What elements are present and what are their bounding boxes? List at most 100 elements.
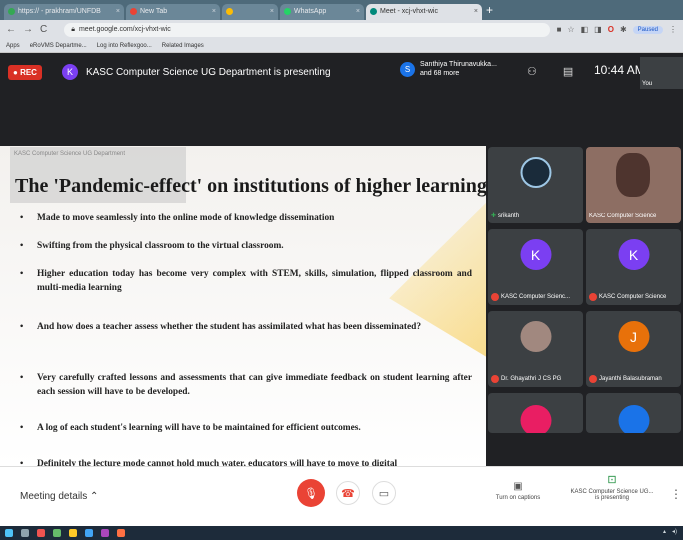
puzzle-icon[interactable]: ✱ xyxy=(620,25,627,34)
participant-name: Jayanthi Balasubraman xyxy=(599,376,662,382)
participant-tile[interactable]: K KASC Computer Science xyxy=(586,229,681,305)
browser-tab-blank[interactable]: × xyxy=(222,3,278,20)
more-options-icon[interactable]: ⋮ xyxy=(670,487,682,501)
browser-tab-newtab[interactable]: New Tab × xyxy=(126,3,220,20)
address-bar-row: ← → C 🔒︎ meet.google.com/xcj-vhxt-wic ■ … xyxy=(0,20,683,39)
volume-icon[interactable]: ◂) xyxy=(672,528,677,535)
meeting-details-label: Meeting details xyxy=(20,491,88,502)
mic-off-icon: 🎙︎ xyxy=(304,487,318,500)
tab-close-icon[interactable]: × xyxy=(270,8,274,15)
meet-bottom-bar: Meeting details ⌃ 🎙︎ ☎︎ ▭ ▣ Turn on capti… xyxy=(0,466,683,526)
participant-name-row: Dr. Ghayathri J CS PG xyxy=(491,375,581,383)
profile-paused-button[interactable]: Paused xyxy=(632,25,663,34)
taskbar-app-icon[interactable] xyxy=(21,529,29,537)
menu-icon[interactable]: ⋮ xyxy=(669,25,677,34)
os-taskbar: ▴ ◂) xyxy=(0,526,683,540)
camera-toggle-button[interactable]: ▭ xyxy=(372,481,396,505)
browser-tab-meet[interactable]: Meet - xcj-vhxt-wic × xyxy=(366,3,482,20)
mic-off-icon xyxy=(589,375,597,383)
participant-tile[interactable]: KASC Computer Science xyxy=(586,147,681,223)
extension-icon[interactable]: ◧ xyxy=(581,25,589,34)
bookmark-item[interactable]: Related Images xyxy=(162,43,204,49)
participant-photo xyxy=(520,321,551,352)
tab-favicon-icon xyxy=(370,8,377,15)
self-view-label: You xyxy=(642,81,653,87)
taskbar-app-icon[interactable] xyxy=(101,529,109,537)
taskbar-app-icon[interactable] xyxy=(69,529,77,537)
taskbar-app-icon[interactable] xyxy=(85,529,93,537)
forward-icon[interactable]: → xyxy=(23,24,33,35)
slide-bullet: • Swifting from the physical classroom to… xyxy=(20,241,284,251)
tab-favicon-icon xyxy=(130,8,137,15)
slide-bullet: • And how does a teacher assess whether t… xyxy=(20,322,422,332)
chevron-up-icon: ⌃ xyxy=(90,491,99,502)
participant-tile[interactable]: K KASC Computer Scienc... xyxy=(488,229,583,305)
self-view-tile[interactable]: You xyxy=(640,57,683,89)
captions-button[interactable]: ▣ Turn on captions xyxy=(490,481,546,501)
mic-off-icon xyxy=(491,293,499,301)
mic-off-icon xyxy=(589,293,597,301)
tab-label: https:// - prakhram/UNFDB xyxy=(18,8,101,15)
url-field[interactable]: 🔒︎ meet.google.com/xcj-vhxt-wic xyxy=(64,22,550,37)
participant-avatar xyxy=(618,405,649,433)
new-tab-button[interactable]: + xyxy=(486,3,493,17)
bullet-text: A log of each student's learning will ha… xyxy=(37,423,361,433)
participant-name-row: Jayanthi Balasubraman xyxy=(589,375,679,383)
reload-icon[interactable]: C xyxy=(40,24,47,35)
presenting-banner: KASC Computer Science UG Department is p… xyxy=(85,66,331,78)
mic-toggle-button[interactable]: 🎙︎ xyxy=(297,479,325,507)
browser-tab-whatsapp[interactable]: WhatsApp × xyxy=(280,3,364,20)
recording-label: REC xyxy=(20,67,37,77)
slide-bullet: • A log of each student's learning will h… xyxy=(20,423,361,433)
participants-icon[interactable]: ⚇ xyxy=(527,65,537,78)
captions-icon: ▣ xyxy=(513,481,523,492)
network-icon[interactable]: ▴ xyxy=(663,528,666,535)
participant-tile[interactable]: ✚ srikanth xyxy=(488,147,583,223)
tab-close-icon[interactable]: × xyxy=(356,8,360,15)
url-text: meet.google.com/xcj-vhxt-wic xyxy=(78,26,171,33)
participant-name: KASC Computer Scienc... xyxy=(501,294,571,300)
mic-off-icon xyxy=(491,375,499,383)
bookmark-item[interactable]: Log into Reflexgoo... xyxy=(97,43,152,49)
participant-name: Dr. Ghayathri J CS PG xyxy=(501,376,562,382)
back-icon[interactable]: ← xyxy=(6,24,16,35)
participant-tile[interactable]: Dr. Ghayathri J CS PG xyxy=(488,311,583,387)
participant-avatar: K xyxy=(520,239,551,270)
participant-name: KASC Computer Science xyxy=(589,213,657,219)
extension-icon[interactable]: ◨ xyxy=(594,25,602,34)
slide-bullet: • Made to move seamlessly into the online… xyxy=(20,213,335,223)
hangup-button[interactable]: ☎︎ xyxy=(336,481,360,505)
sharing-users[interactable]: Santhiya Thirunavukka... and 68 more xyxy=(420,60,497,78)
participant-tile[interactable]: J Jayanthi Balasubraman xyxy=(586,311,681,387)
browser-tab-prakhram[interactable]: https:// - prakhram/UNFDB × xyxy=(4,3,124,20)
bullet-text: Very carefully crafted lessons and asses… xyxy=(37,373,472,397)
meet-top-bar: ● REC K KASC Computer Science UG Departm… xyxy=(0,53,683,91)
participant-avatar: J xyxy=(618,321,649,352)
bullet-text: And how does a teacher assess whether th… xyxy=(37,322,422,332)
tab-close-icon[interactable]: × xyxy=(474,8,478,15)
participant-grid: ✚ srikanth KASC Computer Science K KASC C… xyxy=(486,145,683,465)
taskbar-app-icon[interactable] xyxy=(37,529,45,537)
camera-indicator-icon[interactable]: ■ xyxy=(557,25,562,34)
tab-close-icon[interactable]: × xyxy=(212,8,216,15)
participant-tile-partial[interactable] xyxy=(586,393,681,433)
star-icon[interactable]: ☆ xyxy=(567,25,574,34)
taskbar-app-icon[interactable] xyxy=(117,529,125,537)
lock-icon: 🔒︎ xyxy=(71,25,75,33)
participant-avatar: K xyxy=(618,239,649,270)
presenting-indicator[interactable]: ⊡ KASC Computer Science UG... is presentin… xyxy=(560,473,664,501)
participant-name: srikanth xyxy=(498,212,520,219)
meeting-details-button[interactable]: Meeting details ⌃ xyxy=(20,491,98,502)
start-icon[interactable] xyxy=(5,529,13,537)
bookmark-item[interactable]: Apps xyxy=(6,43,20,49)
captions-label: Turn on captions xyxy=(495,495,541,501)
participant-tile-partial[interactable] xyxy=(488,393,583,433)
bookmark-item[interactable]: eRoVMS Departme... xyxy=(30,43,87,49)
bullet-text: Made to move seamlessly into the online … xyxy=(37,213,335,223)
extension-icon[interactable]: O xyxy=(608,25,614,34)
meeting-clock: 10:44 AM xyxy=(594,63,645,77)
chat-icon[interactable]: ▤ xyxy=(563,65,573,78)
tab-close-icon[interactable]: × xyxy=(116,8,120,15)
taskbar-app-icon[interactable] xyxy=(53,529,61,537)
tab-label: New Tab xyxy=(140,8,168,15)
